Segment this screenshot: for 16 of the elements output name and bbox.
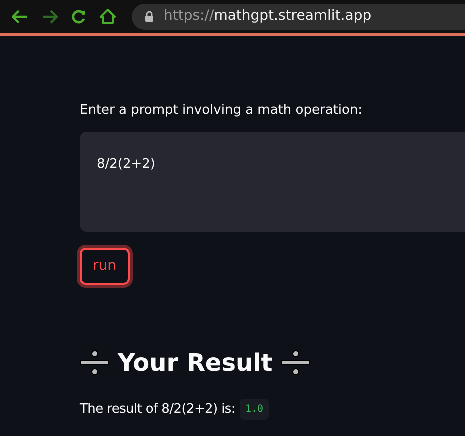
result-sentence: The result of 8/2(2+2) is: (80, 400, 236, 419)
result-heading: Your Result (118, 348, 273, 379)
prompt-textarea[interactable]: 8/2(2+2) (80, 132, 465, 232)
home-icon[interactable] (100, 9, 116, 24)
lock-icon (145, 11, 154, 22)
url-text: https://mathgpt.streamlit.app (164, 7, 372, 26)
reload-icon[interactable] (72, 10, 86, 24)
divide-sign-icon (280, 349, 311, 377)
back-arrow-icon[interactable] (12, 10, 28, 24)
forward-arrow-icon[interactable] (42, 10, 58, 24)
divide-sign-icon (80, 349, 110, 377)
prompt-text: 8/2(2+2) (97, 157, 156, 172)
run-button[interactable]: run (80, 248, 130, 285)
address-bar[interactable]: https://mathgpt.streamlit.app (132, 4, 465, 30)
result-value: 1.0 (240, 399, 269, 420)
prompt-label: Enter a prompt involving a math operation: (80, 102, 364, 120)
